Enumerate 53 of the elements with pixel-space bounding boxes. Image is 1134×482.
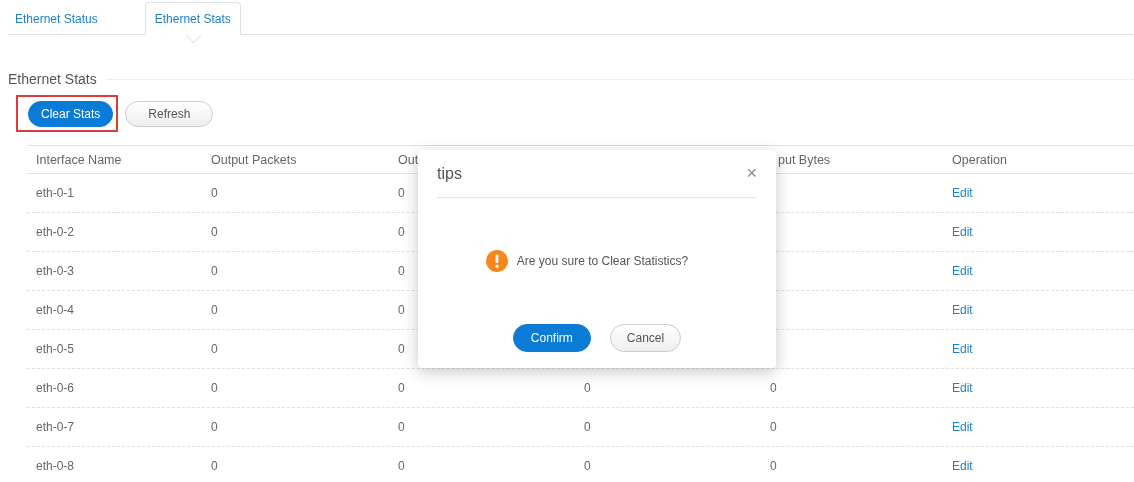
table-cell: 0 — [211, 264, 218, 278]
edit-link[interactable]: Edit — [952, 342, 973, 356]
column-header: Output Packets — [211, 152, 297, 167]
edit-link[interactable]: Edit — [952, 264, 973, 278]
table-cell: eth-0-6 — [36, 381, 75, 395]
table-cell: eth-0-1 — [36, 186, 75, 200]
table-cell: 0 — [398, 420, 405, 434]
dialog-title: tips — [437, 164, 462, 183]
table-cell: 0 — [398, 381, 405, 395]
close-button[interactable]: × — [746, 163, 757, 184]
table-cell: 0 — [770, 459, 777, 473]
table-cell: 0 — [584, 459, 591, 473]
edit-link[interactable]: Edit — [952, 381, 973, 395]
table-cell: 0 — [211, 381, 218, 395]
table-cell: 0 — [211, 186, 218, 200]
button[interactable]: Refresh — [125, 100, 214, 127]
table-cell: 0 — [398, 225, 405, 239]
table-cell: 0 — [584, 381, 591, 395]
dialog-message: Are you sure to Clear Statistics? — [516, 254, 689, 268]
warning-icon — [485, 250, 508, 272]
edit-link[interactable]: Edit — [952, 186, 973, 200]
button[interactable]: Cancel — [609, 324, 682, 352]
column-header: put Bytes — [778, 152, 831, 167]
edit-link[interactable]: Edit — [952, 303, 973, 317]
edit-link[interactable]: Edit — [952, 459, 973, 473]
table-cell: eth-0-8 — [36, 459, 75, 473]
table-cell: 0 — [770, 420, 777, 434]
table-cell: eth-0-7 — [36, 420, 75, 434]
column-header: Interface Name — [36, 152, 122, 167]
table-cell: 0 — [398, 342, 405, 356]
tab[interactable]: Ethernet Status — [8, 12, 105, 34]
table-cell: eth-0-5 — [36, 342, 75, 356]
table-cell: 0 — [211, 303, 218, 317]
column-header: Operation — [952, 152, 1007, 167]
button[interactable]: Clear Stats — [28, 101, 114, 127]
table-cell: 0 — [211, 459, 218, 473]
table-cell: 0 — [211, 225, 218, 239]
table-cell: 0 — [211, 420, 218, 434]
table-cell: 0 — [584, 420, 591, 434]
edit-link[interactable]: Edit — [952, 225, 973, 239]
table-cell: eth-0-4 — [36, 303, 75, 317]
table-cell: eth-0-3 — [36, 264, 75, 278]
section-title: Ethernet Stats — [8, 71, 97, 87]
table-cell: 0 — [770, 381, 777, 395]
table-cell: 0 — [398, 264, 405, 278]
table-cell: 0 — [398, 186, 405, 200]
table-cell: 0 — [398, 459, 405, 473]
button[interactable]: Confirm — [512, 324, 591, 352]
table-cell: 0 — [211, 342, 218, 356]
table-cell: eth-0-2 — [36, 225, 75, 239]
edit-link[interactable]: Edit — [952, 420, 973, 434]
column-header: Out — [398, 152, 419, 167]
table-cell: 0 — [398, 303, 405, 317]
